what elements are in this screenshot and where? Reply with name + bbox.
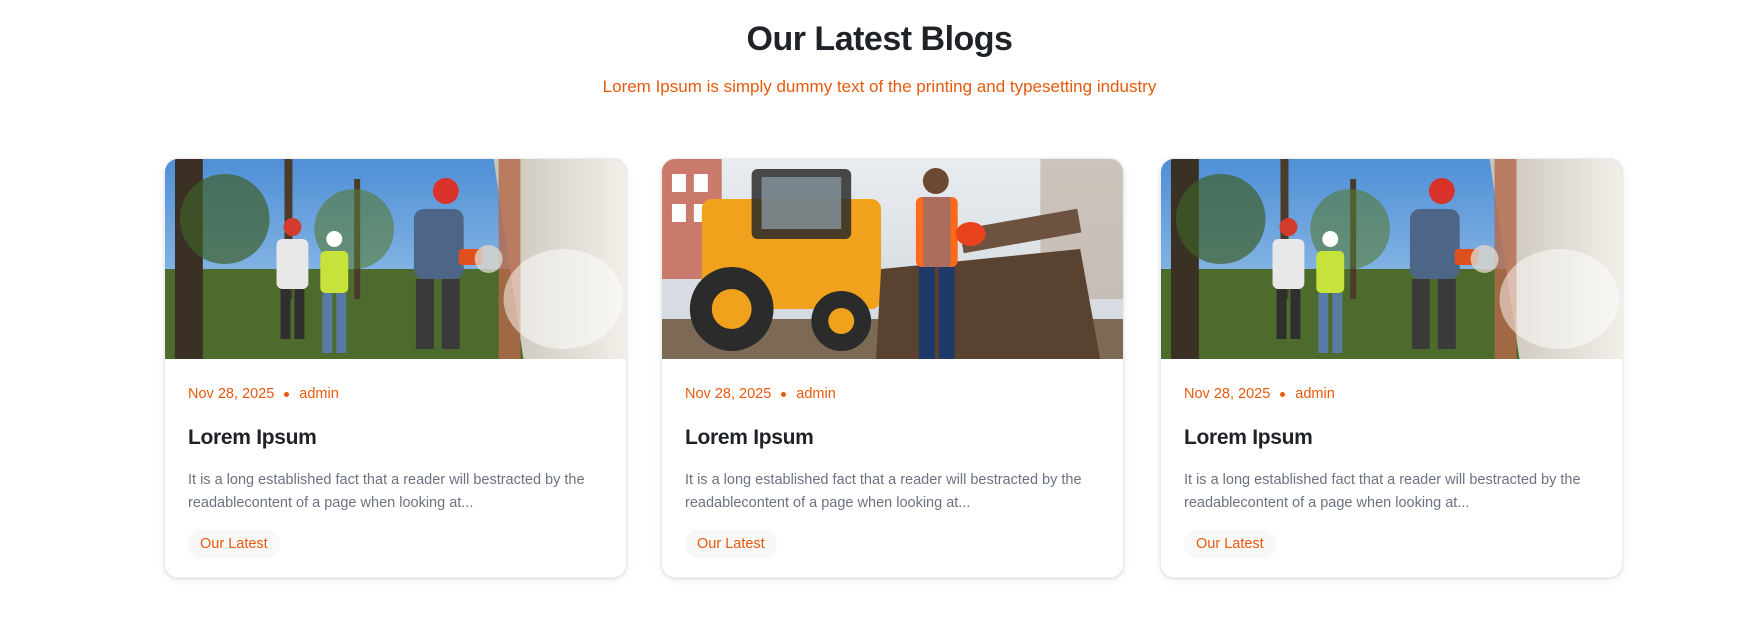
post-author[interactable]: admin [1295,385,1335,403]
blog-card[interactable]: Nov 28, 2025 admin Lorem Ipsum It is a l… [661,158,1124,578]
blog-card-body: Nov 28, 2025 admin Lorem Ipsum It is a l… [662,359,1123,559]
section-title: Our Latest Blogs [746,20,1013,58]
blog-card-image[interactable] [1161,159,1622,359]
blog-card[interactable]: Nov 28, 2025 admin Lorem Ipsum It is a l… [164,158,627,578]
blog-card-image[interactable] [662,159,1123,359]
section-header: Our Latest Blogs Lorem Ipsum is simply d… [0,18,1759,98]
section-subtitle: Lorem Ipsum is simply dummy text of the … [602,77,1157,96]
blog-card-meta: Nov 28, 2025 admin [188,385,603,403]
blog-card-meta: Nov 28, 2025 admin [1184,385,1599,403]
meta-separator-dot-icon [1280,391,1286,397]
read-more-button[interactable]: Our Latest [685,529,777,559]
post-author[interactable]: admin [796,385,836,403]
blog-card[interactable]: Nov 28, 2025 admin Lorem Ipsum It is a l… [1160,158,1623,578]
blog-card-meta: Nov 28, 2025 admin [685,385,1100,403]
post-date: Nov 28, 2025 [1184,386,1271,402]
backhoe-loader-photo [662,159,1123,359]
meta-separator-dot-icon [781,391,787,397]
post-date: Nov 28, 2025 [188,386,275,402]
blog-card-title[interactable]: Lorem Ipsum [188,425,603,451]
blog-card-body: Nov 28, 2025 admin Lorem Ipsum It is a l… [165,359,626,559]
blog-card-excerpt: It is a long established fact that a rea… [188,472,585,511]
blog-card-title[interactable]: Lorem Ipsum [1184,425,1599,451]
blog-card-image[interactable] [165,159,626,359]
blog-card-list: Nov 28, 2025 admin Lorem Ipsum It is a l… [164,158,1623,578]
post-author[interactable]: admin [299,385,339,403]
read-more-button[interactable]: Our Latest [188,529,280,559]
construction-workers-photo [1161,159,1622,359]
post-date: Nov 28, 2025 [685,386,772,402]
read-more-button[interactable]: Our Latest [1184,529,1276,559]
blog-card-excerpt: It is a long established fact that a rea… [1184,472,1581,511]
blog-card-body: Nov 28, 2025 admin Lorem Ipsum It is a l… [1161,359,1622,559]
blog-card-title[interactable]: Lorem Ipsum [685,425,1100,451]
blog-card-excerpt: It is a long established fact that a rea… [685,472,1082,511]
construction-workers-photo [165,159,626,359]
meta-separator-dot-icon [284,391,290,397]
